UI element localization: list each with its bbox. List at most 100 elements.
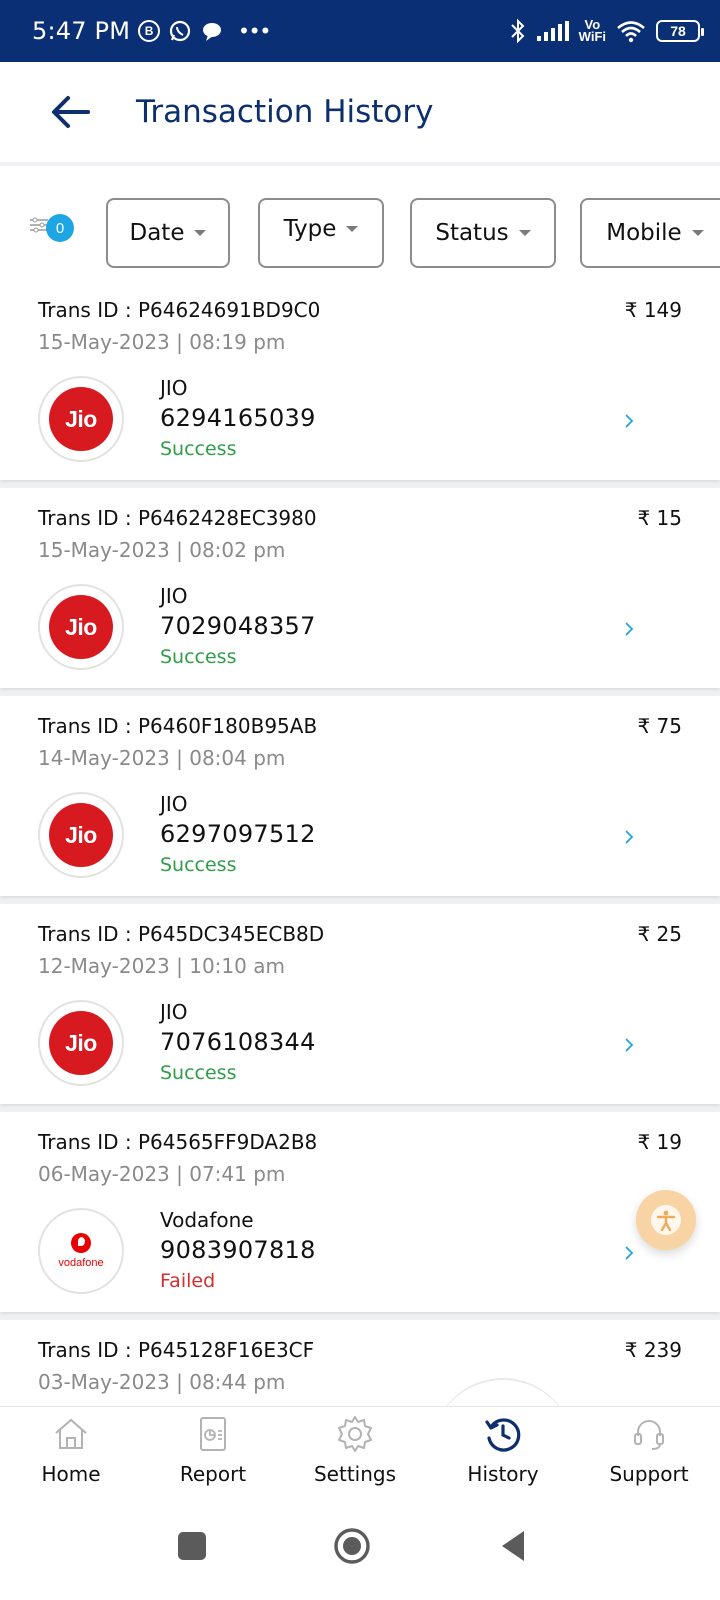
back-button[interactable] — [40, 82, 100, 142]
jio-logo-icon: Jio — [49, 1011, 113, 1075]
caret-down-icon — [691, 230, 704, 236]
system-navigation-bar — [0, 1498, 720, 1600]
operator-logo: vodafone — [38, 1208, 124, 1294]
status-text: Success — [160, 1062, 237, 1084]
recent-apps-icon[interactable] — [172, 1526, 212, 1566]
nav-report[interactable]: Report — [148, 1406, 278, 1498]
transaction-card[interactable]: Trans ID : P645128F16E3CF ₹ 239 03-May-2… — [0, 1320, 720, 1406]
caret-down-icon — [346, 226, 359, 232]
operator-logo: Jio — [38, 1000, 124, 1086]
transaction-card[interactable]: Trans ID : P64624691BD9C0 ₹ 149 15-May-2… — [0, 280, 720, 480]
transaction-list: Trans ID : P64624691BD9C0 ₹ 149 15-May-2… — [0, 280, 720, 1406]
nav-label: Report — [179, 1462, 247, 1486]
chip-label: Date — [129, 220, 185, 246]
operator-logo: Jio — [38, 792, 124, 878]
filter-count-badge: 0 — [46, 214, 74, 242]
status-text: Success — [160, 646, 237, 668]
trans-id: Trans ID : P645128F16E3CF — [38, 1338, 315, 1362]
transaction-card[interactable]: Trans ID : P645DC345ECB8D ₹ 25 12-May-20… — [0, 904, 720, 1104]
nav-label: Home — [41, 1462, 101, 1486]
amount: ₹ 25 — [637, 922, 682, 946]
chevron-right-icon[interactable] — [622, 414, 636, 428]
home-circle-icon[interactable] — [332, 1526, 372, 1566]
chip-label: Type — [283, 216, 337, 242]
datetime: 14-May-2023 | 08:04 pm — [38, 746, 286, 770]
app-header: Transaction History — [0, 62, 720, 166]
datetime: 12-May-2023 | 10:10 am — [38, 954, 285, 978]
operator-name: JIO — [160, 584, 188, 608]
amount: ₹ 239 — [624, 1338, 682, 1362]
vodafone-mark-icon — [70, 1233, 91, 1253]
mobile-number: 7029048357 — [160, 612, 316, 640]
trans-id: Trans ID : P64624691BD9C0 — [38, 298, 321, 322]
chevron-right-icon[interactable] — [622, 622, 636, 636]
nav-label: Settings — [313, 1462, 397, 1486]
arrow-left-icon — [52, 96, 90, 128]
chip-label: Mobile — [606, 220, 682, 246]
mobile-number: 6294165039 — [160, 404, 316, 432]
wifi-icon — [617, 21, 645, 43]
caret-down-icon — [518, 230, 531, 236]
nav-home[interactable]: Home — [6, 1406, 136, 1498]
accessibility-icon — [651, 1205, 681, 1235]
jio-logo-icon: Jio — [49, 595, 113, 659]
mobile-number: 7076108344 — [160, 1028, 316, 1056]
amount: ₹ 75 — [637, 714, 682, 738]
nav-settings[interactable]: Settings — [290, 1406, 420, 1498]
datetime: 03-May-2023 | 08:44 pm — [38, 1370, 286, 1394]
type-filter-chip[interactable]: Type — [258, 198, 384, 268]
signal-icon — [536, 21, 569, 41]
status-filter-chip[interactable]: Status — [410, 198, 556, 268]
nav-history[interactable]: History — [438, 1406, 568, 1498]
page-title: Transaction History — [136, 94, 434, 130]
whatsapp-icon — [170, 20, 191, 42]
battery-icon: 78 — [656, 20, 704, 42]
chevron-right-icon[interactable] — [622, 830, 636, 844]
operator-name: Vodafone — [160, 1208, 254, 1232]
status-text: Success — [160, 854, 237, 876]
gear-icon — [338, 1416, 372, 1452]
operator-logo: Jio — [38, 584, 124, 670]
jio-logo-icon: Jio — [49, 387, 113, 451]
vodafone-logo-text: vodafone — [58, 1257, 104, 1269]
transaction-card[interactable]: Trans ID : P64565FF9DA2B8 ₹ 19 06-May-20… — [0, 1112, 720, 1312]
jio-logo-icon: Jio — [49, 803, 113, 867]
amount: ₹ 19 — [637, 1130, 682, 1154]
home-icon — [55, 1418, 87, 1449]
mobile-filter-chip[interactable]: Mobile — [580, 198, 720, 268]
date-filter-chip[interactable]: Date — [106, 198, 230, 268]
operator-name: JIO — [160, 376, 188, 400]
nav-support[interactable]: Support — [584, 1406, 714, 1498]
accessibility-button[interactable] — [636, 1190, 696, 1250]
report-icon — [200, 1417, 226, 1451]
back-triangle-icon[interactable] — [494, 1526, 534, 1566]
nav-label: History — [467, 1462, 539, 1486]
vowifi-bottom: WiFi — [578, 29, 606, 44]
status-text: Success — [160, 438, 237, 460]
operator-logo: Jio — [38, 376, 124, 462]
more-notifications-icon: ••• — [240, 18, 273, 43]
chip-label: Status — [435, 220, 509, 246]
b-badge-icon: B — [138, 20, 161, 42]
status-right-icons: Vo WiFi 78 — [509, 18, 704, 44]
transaction-card[interactable]: Trans ID : P6462428EC3980 ₹ 15 15-May-20… — [0, 488, 720, 688]
status-bar: 5:47 PM B ••• Vo WiFi 78 — [0, 0, 720, 62]
amount: ₹ 149 — [624, 298, 682, 322]
chevron-right-icon[interactable] — [622, 1038, 636, 1052]
mobile-number: 6297097512 — [160, 820, 316, 848]
status-text: Failed — [160, 1270, 216, 1292]
bluetooth-icon — [510, 18, 525, 44]
datetime: 06-May-2023 | 07:41 pm — [38, 1162, 286, 1186]
chevron-right-icon[interactable] — [622, 1246, 636, 1260]
trans-id: Trans ID : P6462428EC3980 — [38, 506, 317, 530]
datetime: 15-May-2023 | 08:02 pm — [38, 538, 286, 562]
battery-level: 78 — [670, 23, 686, 39]
operator-name: JIO — [160, 792, 188, 816]
trans-id: Trans ID : P6460F180B95AB — [38, 714, 318, 738]
headset-icon — [634, 1420, 664, 1450]
transaction-card[interactable]: Trans ID : P6460F180B95AB ₹ 75 14-May-20… — [0, 696, 720, 896]
vowifi-icon: Vo WiFi — [578, 18, 606, 44]
amount: ₹ 15 — [637, 506, 682, 530]
chat-bubble-icon — [203, 23, 222, 41]
history-icon — [485, 1418, 521, 1452]
